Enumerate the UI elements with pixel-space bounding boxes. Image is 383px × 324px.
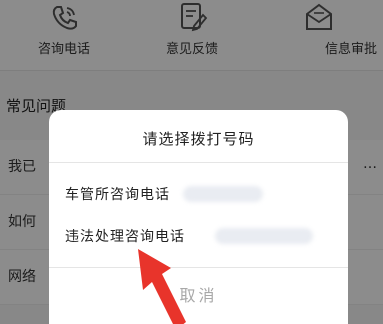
- dialog-title: 请选择拨打号码: [142, 130, 255, 148]
- cancel-button[interactable]: 取消: [49, 268, 348, 324]
- cancel-label: 取消: [179, 286, 218, 305]
- divider: [49, 162, 348, 163]
- option-violation-phone[interactable]: 违法处理咨询电话: [65, 220, 335, 250]
- option-label: 违法处理咨询电话: [65, 229, 185, 245]
- redacted-number: [183, 186, 263, 202]
- dial-number-dialog: 请选择拨打号码 车管所咨询电话 违法处理咨询电话 取消: [49, 110, 348, 324]
- option-label: 车管所咨询电话: [65, 187, 170, 203]
- option-vehicle-office-phone[interactable]: 车管所咨询电话: [65, 178, 335, 208]
- redacted-number: [215, 228, 313, 244]
